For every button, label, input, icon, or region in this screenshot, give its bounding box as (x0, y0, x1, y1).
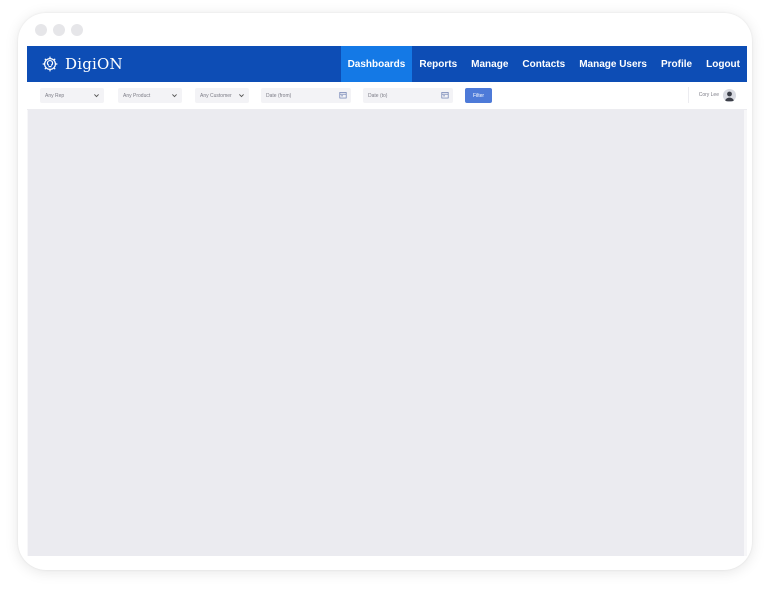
nav-item-reports[interactable]: Reports (412, 46, 464, 82)
date-to-input[interactable]: Date (to) (363, 88, 453, 103)
dashboard-content-area (28, 110, 744, 556)
rep-select[interactable]: Any Rep (40, 88, 104, 103)
nav-item-profile[interactable]: Profile (654, 46, 699, 82)
customer-select-value: Any Customer (200, 92, 232, 99)
product-select-value: Any Product (123, 92, 151, 99)
product-select[interactable]: Any Product (118, 88, 182, 103)
brand-name: DigiON (65, 55, 123, 73)
avatar-icon[interactable] (723, 88, 736, 102)
brand[interactable]: DigiON (41, 55, 123, 73)
window-controls (35, 24, 83, 36)
user-menu[interactable]: Cory Lee (687, 87, 736, 103)
chevron-down-icon (94, 94, 99, 98)
nav-item-contacts[interactable]: Contacts (515, 46, 572, 82)
nav-item-manage[interactable]: Manage (464, 46, 515, 82)
app-viewport: DigiON Dashboards Reports Manage Contact… (27, 46, 747, 556)
user-name: Cory Lee (698, 92, 719, 98)
date-from-placeholder: Date (from) (266, 92, 292, 99)
calendar-icon[interactable] (339, 91, 347, 99)
nav-item-manage-users[interactable]: Manage Users (572, 46, 654, 82)
window-dot-close[interactable] (35, 24, 47, 36)
filter-bar: Any Rep Any Product Any Customer Date (f… (27, 82, 747, 110)
filter-button[interactable]: Filter (465, 88, 492, 103)
chevron-down-icon (239, 94, 244, 98)
browser-window: DigiON Dashboards Reports Manage Contact… (18, 13, 752, 570)
rep-select-value: Any Rep (45, 92, 65, 99)
date-to-placeholder: Date (to) (368, 92, 388, 99)
window-dot-minimize[interactable] (53, 24, 65, 36)
nav-item-logout[interactable]: Logout (699, 46, 747, 82)
customer-select[interactable]: Any Customer (195, 88, 249, 103)
calendar-icon[interactable] (441, 91, 449, 99)
window-dot-maximize[interactable] (71, 24, 83, 36)
chevron-down-icon (172, 94, 177, 98)
nav-item-dashboards[interactable]: Dashboards (340, 46, 413, 82)
gear-bulb-icon (42, 56, 58, 72)
main-nav: Dashboards Reports Manage Contacts Manag… (340, 46, 747, 82)
date-from-input[interactable]: Date (from) (261, 88, 351, 103)
top-navbar: DigiON Dashboards Reports Manage Contact… (27, 46, 747, 82)
